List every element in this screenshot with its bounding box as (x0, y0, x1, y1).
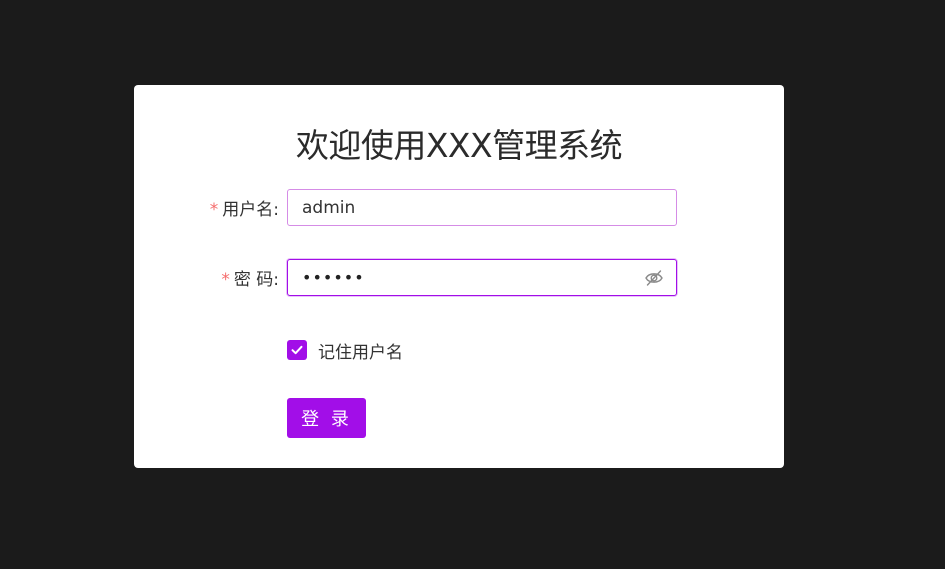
remember-username[interactable]: 记住用户名 (287, 339, 403, 363)
password-label: * 密 码: (221, 270, 279, 290)
remember-checkbox[interactable] (287, 340, 307, 360)
password-label-text: 密 码: (233, 270, 279, 290)
required-mark: * (221, 270, 230, 290)
eye-off-icon[interactable] (644, 269, 664, 287)
username-field[interactable] (287, 189, 677, 226)
username-label-text: 用户名: (222, 200, 279, 220)
remember-label: 记住用户名 (318, 342, 403, 363)
password-field[interactable]: •••••• (287, 259, 677, 296)
username-label: * 用户名: (210, 200, 279, 220)
login-button[interactable]: 登 录 (287, 398, 366, 438)
username-input[interactable] (302, 190, 632, 225)
page-title: 欢迎使用XXX管理系统 (295, 126, 623, 165)
password-input[interactable]: •••••• (302, 268, 365, 288)
required-mark: * (209, 200, 219, 220)
check-icon (291, 345, 303, 355)
login-card: 欢迎使用XXX管理系统 *用户名: *密 码: •••••• 记住用户名 登 录 (134, 85, 784, 468)
